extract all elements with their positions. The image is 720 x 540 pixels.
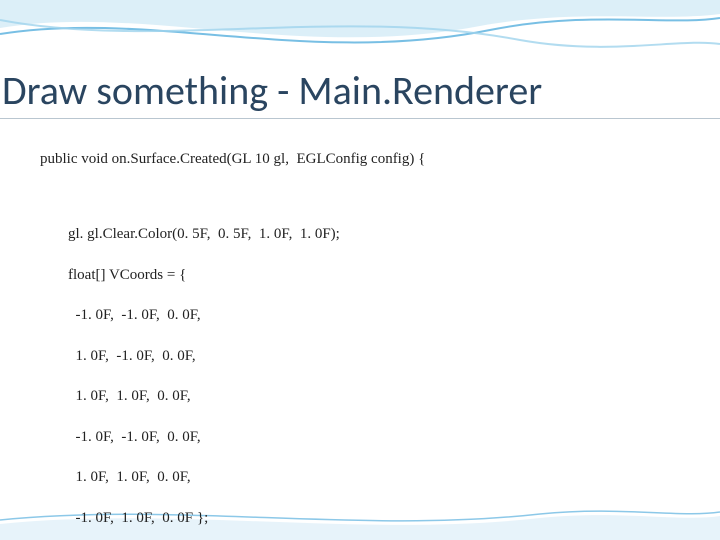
code-line: 1. 0F, 1. 0F, 0. 0F, bbox=[40, 467, 680, 487]
code-listing: public void on.Surface.Created(GL 10 gl,… bbox=[0, 119, 720, 540]
slide-content: Draw something - Main.Renderer public vo… bbox=[0, 0, 720, 540]
code-line: -1. 0F, 1. 0F, 0. 0F }; bbox=[40, 508, 680, 528]
code-line: public void on.Surface.Created(GL 10 gl,… bbox=[40, 149, 680, 169]
slide-title: Draw something - Main.Renderer bbox=[0, 70, 720, 119]
code-line: -1. 0F, -1. 0F, 0. 0F, bbox=[40, 427, 680, 447]
code-line: 1. 0F, -1. 0F, 0. 0F, bbox=[40, 346, 680, 366]
code-line: -1. 0F, -1. 0F, 0. 0F, bbox=[40, 305, 680, 325]
code-line: gl. gl.Clear.Color(0. 5F, 0. 5F, 1. 0F, … bbox=[40, 224, 680, 244]
code-line: float[] VCoords = { bbox=[40, 265, 680, 285]
code-line: 1. 0F, 1. 0F, 0. 0F, bbox=[40, 386, 680, 406]
